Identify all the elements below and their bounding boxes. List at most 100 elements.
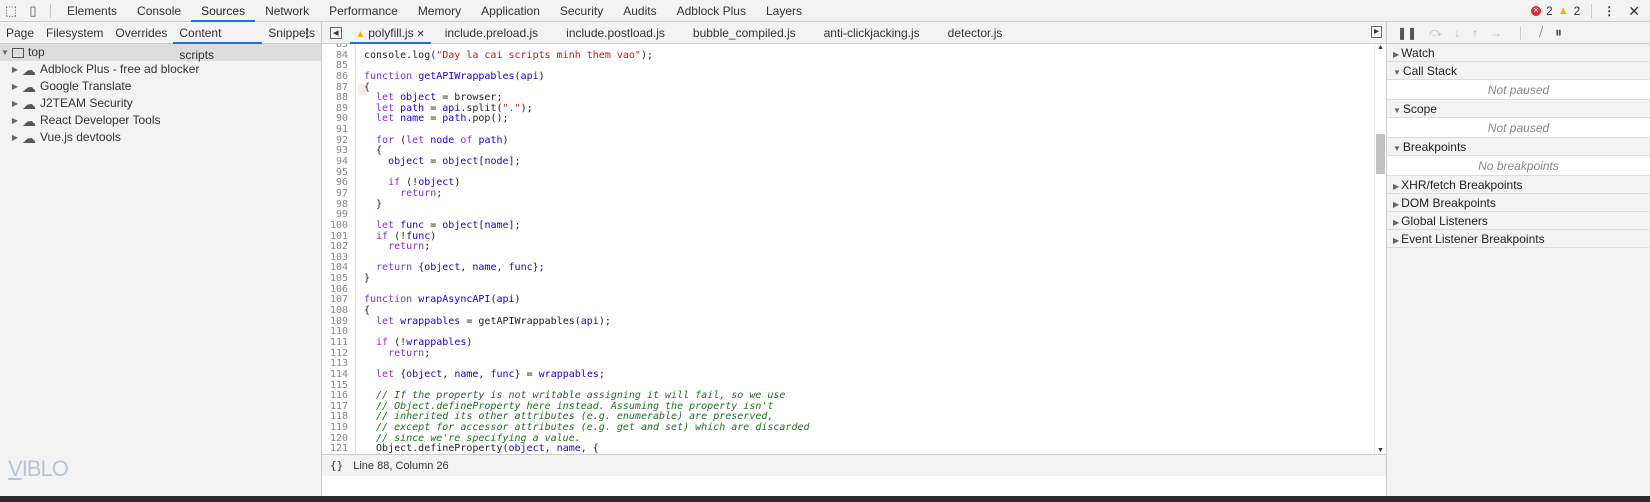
- section-scope[interactable]: ▼ Scope: [1387, 100, 1650, 118]
- tab-security[interactable]: Security: [550, 0, 613, 22]
- section-breakpoints[interactable]: ▼ Breakpoints: [1387, 138, 1650, 156]
- pause-on-exceptions-icon[interactable]: ⏸: [1555, 24, 1562, 41]
- subtab-overrides[interactable]: Overrides: [109, 22, 173, 44]
- file-tab[interactable]: ▲ polyfill.js ✕: [349, 22, 431, 44]
- tree-item-label: Vue.js devtools: [40, 130, 121, 144]
- step-into-icon[interactable]: ↓: [1454, 26, 1460, 40]
- device-toolbar-icon[interactable]: ▯: [22, 3, 44, 19]
- inspect-element-icon[interactable]: ⬚: [0, 3, 22, 19]
- file-tab[interactable]: detector.js: [934, 22, 1017, 44]
- code-line: 104 return {object, name, func};: [322, 263, 1374, 274]
- code-token: {: [364, 305, 371, 317]
- step-out-icon[interactable]: ↑: [1472, 26, 1478, 40]
- code-token: object: [364, 156, 425, 168]
- scrollbar-thumb[interactable]: [1376, 134, 1385, 174]
- code-token: // If the property is not writable assig…: [364, 390, 786, 402]
- collapsed-triangle-icon[interactable]: ▶: [10, 95, 20, 112]
- code-line: 105}: [322, 273, 1374, 285]
- toggle-navigator-icon[interactable]: ◂: [330, 26, 342, 39]
- code-token: wrapAsyncAPI: [418, 294, 491, 306]
- collapsed-triangle-icon: ▶: [1393, 200, 1400, 209]
- error-icon[interactable]: ✕: [1531, 6, 1541, 16]
- tab-network[interactable]: Network: [255, 0, 319, 22]
- collapsed-triangle-icon[interactable]: ▶: [10, 129, 20, 146]
- editor-scrollbar[interactable]: ▲ ▼: [1374, 44, 1386, 454]
- subtab-content-scripts[interactable]: Content scripts: [173, 22, 263, 62]
- tree-item-extension[interactable]: ▶ ☁ React Developer Tools: [0, 112, 321, 129]
- close-icon[interactable]: ✕: [1628, 3, 1640, 20]
- code-line: 107 function wrapAsyncAPI(api): [322, 295, 1374, 306]
- section-xhr-fetch-breakpoints[interactable]: ▶ XHR/fetch Breakpoints: [1387, 176, 1650, 194]
- cursor-position: Line 88, Column 26: [353, 459, 449, 472]
- tab-layers[interactable]: Layers: [756, 0, 812, 22]
- expanded-triangle-icon[interactable]: ▼: [0, 44, 10, 61]
- collapsed-triangle-icon[interactable]: ▶: [10, 112, 20, 129]
- subtab-page[interactable]: Page: [0, 22, 40, 44]
- toggle-debugger-icon[interactable]: ▸: [1370, 26, 1382, 38]
- step-over-icon[interactable]: ⤼: [1429, 25, 1442, 40]
- code-line: 100 let func = object[name];: [322, 219, 1374, 232]
- code-token: object: [442, 219, 479, 231]
- cloud-icon: ☁: [22, 95, 36, 112]
- collapsed-triangle-icon[interactable]: ▶: [10, 78, 20, 95]
- file-tab[interactable]: include.preload.js: [431, 22, 552, 44]
- code-token: let: [364, 368, 401, 380]
- file-tab[interactable]: include.postload.js: [552, 22, 679, 44]
- code-token: of: [454, 134, 479, 146]
- section-label: Scope: [1402, 102, 1437, 116]
- code-token: name: [400, 113, 425, 125]
- line-text: [348, 327, 364, 338]
- section-watch[interactable]: ▶ Watch: [1387, 44, 1650, 62]
- tree-item-top[interactable]: ▼ top: [0, 44, 321, 61]
- tab-elements[interactable]: Elements: [57, 0, 127, 22]
- section-event-listener-breakpoints[interactable]: ▶ Event Listener Breakpoints: [1387, 230, 1650, 248]
- section-dom-breakpoints[interactable]: ▶ DOM Breakpoints: [1387, 194, 1650, 212]
- frame-icon: [12, 47, 24, 58]
- code-token: return: [364, 347, 425, 359]
- file-tab[interactable]: anti-clickjacking.js: [810, 22, 934, 44]
- file-tab[interactable]: bubble_compiled.js: [679, 22, 810, 44]
- line-text: Object.defineProperty(object, name, {: [348, 444, 599, 454]
- divider: [1591, 4, 1593, 18]
- tree-item-extension[interactable]: ▶ ☁ Vue.js devtools: [0, 129, 321, 146]
- tab-memory[interactable]: Memory: [408, 0, 471, 22]
- section-call-stack[interactable]: ▼ Call Stack: [1387, 62, 1650, 80]
- warning-icon: ▲: [355, 28, 369, 40]
- tree-item-extension[interactable]: ▶ ☁ Adblock Plus - free ad blocker: [0, 61, 321, 78]
- warning-count[interactable]: 2: [1574, 4, 1581, 18]
- more-tabs-icon[interactable]: ⋮: [301, 22, 313, 44]
- tab-adblock-plus[interactable]: Adblock Plus: [667, 0, 756, 22]
- deactivate-breakpoints-icon[interactable]: ⧸: [1539, 25, 1543, 40]
- subtab-filesystem[interactable]: Filesystem: [40, 22, 109, 44]
- line-text: console.log("Day la cai scripts minh the…: [348, 50, 653, 62]
- cloud-icon: ☁: [22, 61, 36, 78]
- more-options-icon[interactable]: ⋮: [1603, 4, 1615, 18]
- collapsed-triangle-icon[interactable]: ▶: [10, 61, 20, 78]
- error-count[interactable]: 2: [1546, 4, 1553, 18]
- code-token: for: [364, 134, 401, 146]
- pretty-print-button[interactable]: {}: [330, 459, 343, 472]
- section-global-listeners[interactable]: ▶ Global Listeners: [1387, 212, 1650, 230]
- code-token: object: [442, 156, 479, 168]
- tab-console[interactable]: Console: [127, 0, 191, 22]
- tab-application[interactable]: Application: [471, 0, 550, 22]
- code-token: let: [364, 113, 401, 125]
- code-token: object: [424, 262, 461, 274]
- close-tab-icon[interactable]: ✕: [414, 29, 424, 40]
- line-text: return {object, name, func};: [348, 263, 545, 274]
- tree-item-extension[interactable]: ▶ ☁ Google Translate: [0, 78, 321, 95]
- code-area[interactable]: 83 84 console.log("Day la cai scripts minh…: [322, 44, 1374, 454]
- tab-sources[interactable]: Sources: [191, 0, 256, 22]
- section-label: Global Listeners: [1401, 214, 1488, 228]
- tab-audits[interactable]: Audits: [613, 0, 666, 22]
- code-token: ;: [424, 241, 431, 253]
- code-token: func: [406, 230, 431, 242]
- tree-item-extension[interactable]: ▶ ☁ J2TEAM Security: [0, 95, 321, 112]
- line-text: [348, 285, 364, 296]
- step-icon[interactable]: →: [1490, 26, 1502, 40]
- tab-performance[interactable]: Performance: [319, 0, 408, 22]
- expanded-triangle-icon: ▼: [1393, 106, 1401, 115]
- warning-icon[interactable]: ▲: [1558, 5, 1569, 17]
- pause-icon[interactable]: ❚❚: [1397, 26, 1417, 40]
- code-token: (!: [406, 177, 419, 189]
